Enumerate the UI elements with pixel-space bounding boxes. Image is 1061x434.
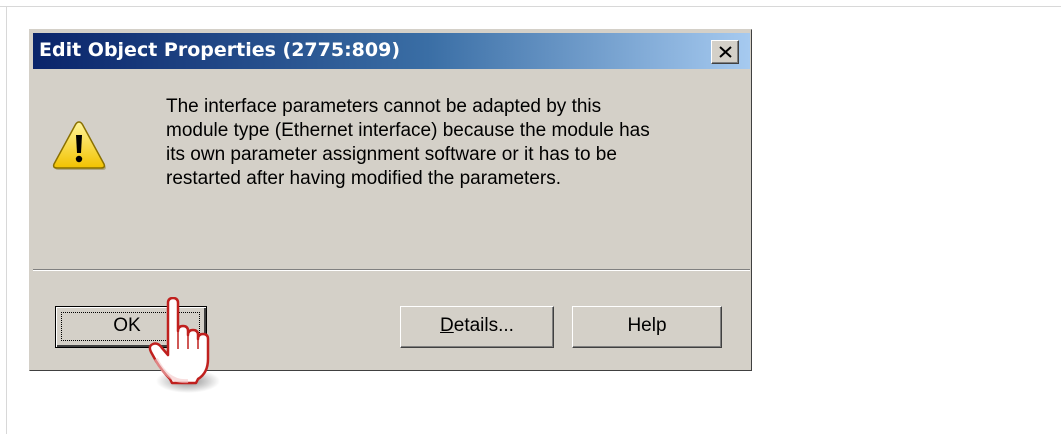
dialog-message: The interface parameters cannot be adapt…	[166, 95, 726, 191]
warning-icon	[52, 121, 106, 170]
message-line: its own parameter assignment software or…	[166, 144, 617, 165]
page-left-border	[6, 7, 7, 434]
dialog-titlebar[interactable]: Edit Object Properties (2775:809)	[33, 33, 750, 69]
message-line: restarted after having modified the para…	[166, 168, 561, 189]
close-button[interactable]	[711, 40, 739, 64]
edit-object-properties-dialog: Edit Object Properties (2775:809) The in…	[29, 29, 752, 371]
details-label-rest: etails...	[453, 315, 514, 336]
message-line: module type (Ethernet interface) because…	[166, 120, 650, 141]
close-icon	[719, 46, 732, 58]
help-button[interactable]: Help	[572, 306, 722, 348]
button-separator	[33, 269, 750, 271]
message-line: The interface parameters cannot be adapt…	[166, 96, 602, 117]
ok-button-label: OK	[113, 315, 141, 336]
details-mnemonic: D	[440, 315, 454, 336]
details-button[interactable]: Details...	[400, 306, 554, 348]
hand-pointer-icon	[148, 297, 220, 393]
dialog-title: Edit Object Properties (2775:809)	[39, 39, 401, 61]
help-button-label: Help	[627, 315, 667, 336]
page-top-border	[0, 0, 1061, 7]
details-button-label: Details...	[440, 315, 514, 336]
